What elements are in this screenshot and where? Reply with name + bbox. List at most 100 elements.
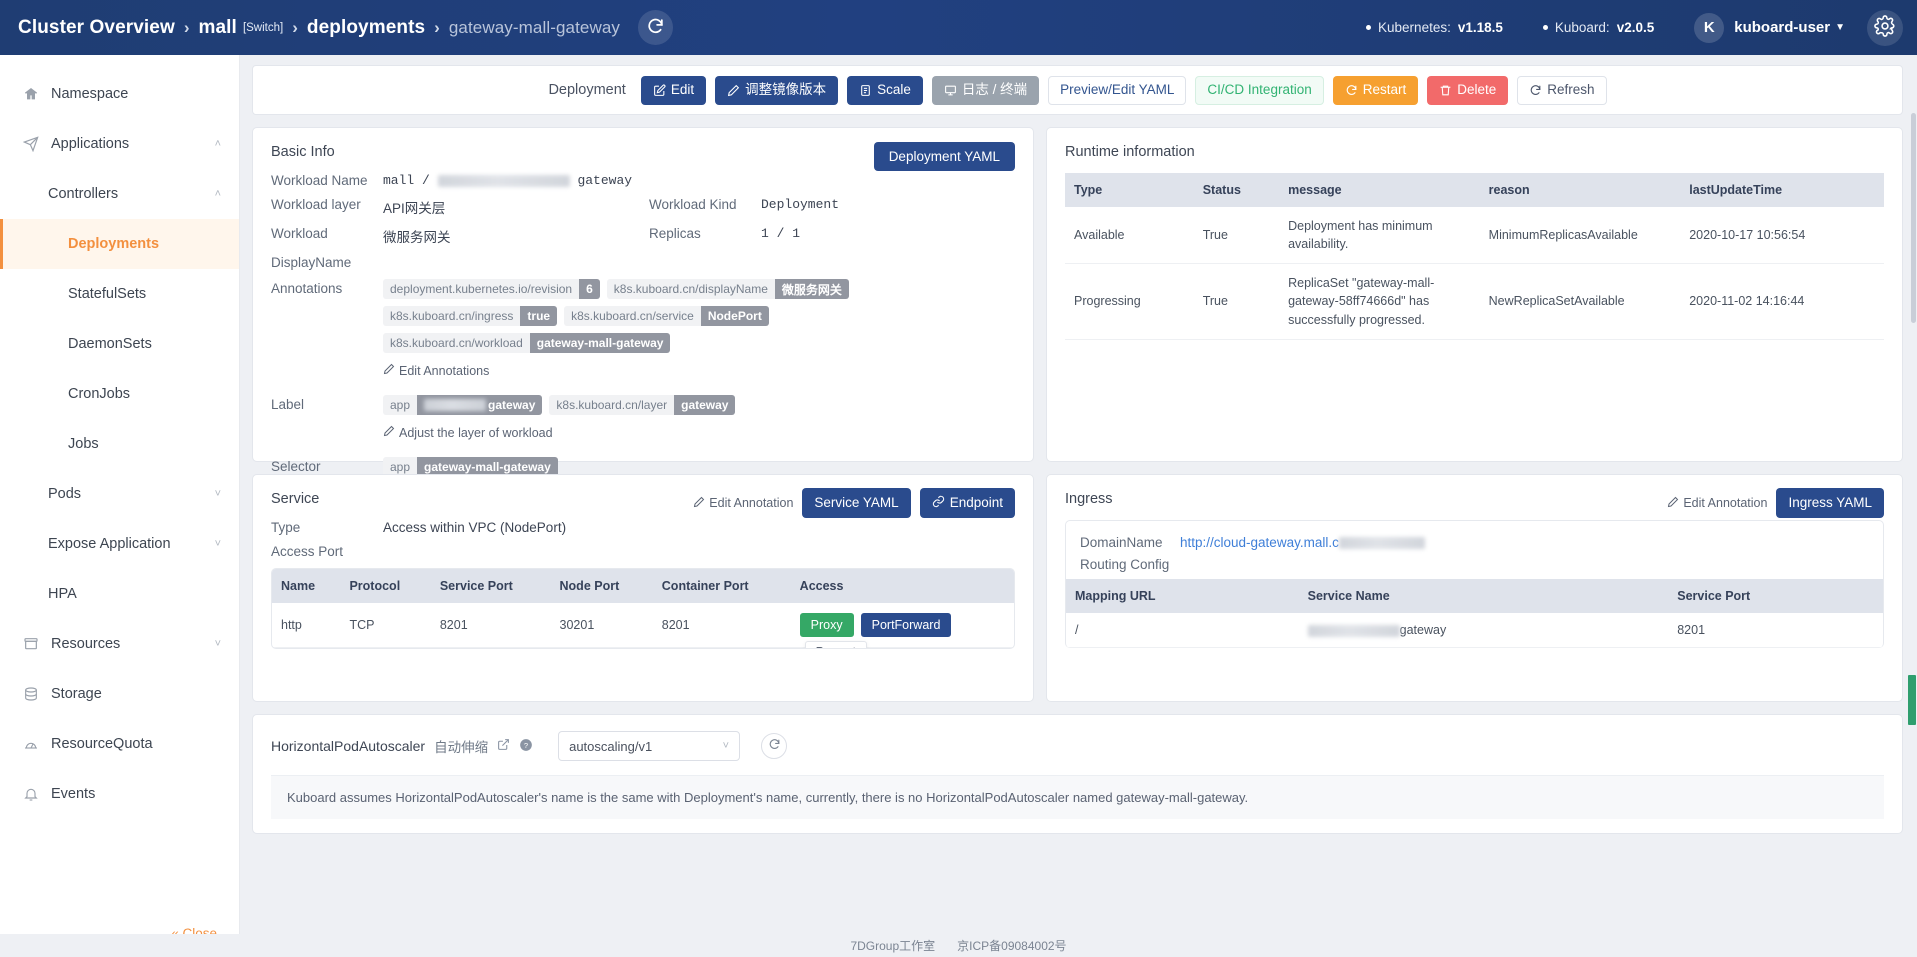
external-link-icon[interactable] xyxy=(497,738,510,754)
runtime-title: Runtime information xyxy=(1065,144,1195,160)
sidebar-item-daemonsets[interactable]: DaemonSets xyxy=(0,319,239,369)
sidebar-item-statefulsets[interactable]: StatefulSets xyxy=(0,269,239,319)
gear-icon xyxy=(1874,15,1896,40)
tag-value: gateway-mall-gateway xyxy=(529,333,671,353)
toolbar-button-ci-cd-integration[interactable]: CI/CD Integration xyxy=(1195,75,1324,105)
hpa-subtitle: 自动伸缩 xyxy=(434,740,489,755)
column-header: reason xyxy=(1479,173,1681,207)
ingress-edit-annotation-link[interactable]: Edit Annotation xyxy=(1667,496,1767,511)
sidebar-item-expose-application[interactable]: Expose Application ˅ xyxy=(0,519,239,569)
toolbar-button-[interactable]: 调整镜像版本 xyxy=(715,75,839,105)
service-edit-annotation-link[interactable]: Edit Annotation xyxy=(693,496,793,511)
toolbar-button-[interactable]: 日志 / 终端 xyxy=(931,75,1040,105)
refresh-icon xyxy=(646,17,665,39)
page-footer: 7DGroup工作室 京ICP备09084002号 xyxy=(0,934,1917,957)
service-yaml-button[interactable]: Service YAML xyxy=(802,488,911,518)
action-toolbar: Deployment Edit 调整镜像版本 Scale 日志 / 终端 Preview… xyxy=(252,65,1903,115)
breadcrumb-separator: › xyxy=(183,17,190,37)
vertical-scrollbar[interactable] xyxy=(1911,113,1916,323)
tag-key: k8s.kuboard.cn/ingress xyxy=(383,306,521,326)
adjust-layer-link[interactable]: Adjust the layer of workload xyxy=(383,425,553,440)
runtime-info-card: Runtime information Type Status message rea… xyxy=(1046,127,1903,462)
hpa-card: HorizontalPodAutoscaler 自动伸缩 ? autoscali… xyxy=(252,714,1903,834)
chevron-up-icon[interactable]: ˄ xyxy=(215,188,221,200)
sidebar-item-label: Applications xyxy=(51,136,130,152)
column-header: Node Port xyxy=(550,569,653,603)
toolbar-button-label: Delete xyxy=(1457,82,1497,98)
user-menu-label[interactable]: kuboard-user xyxy=(1734,19,1830,36)
sidebar-item-resourcequota[interactable]: ResourceQuota xyxy=(0,719,239,769)
help-icon[interactable]: ? xyxy=(519,738,533,755)
column-header: Type xyxy=(1065,173,1194,207)
sidebar-item-label: Deployments xyxy=(68,236,160,252)
toolbar-button-edit[interactable]: Edit xyxy=(640,75,707,105)
chevron-down-icon[interactable]: ˅ xyxy=(215,538,221,550)
sidebar-item-events[interactable]: Events xyxy=(0,769,239,819)
key-value-tag: k8s.kuboard.cn/layer gateway xyxy=(549,395,736,415)
tag-key: k8s.kuboard.cn/workload xyxy=(383,333,530,353)
toolbar-button-scale[interactable]: Scale xyxy=(847,75,923,105)
hpa-note: Kuboard assumes HorizontalPodAutoscaler'… xyxy=(271,775,1884,819)
breadcrumb-item-deployments[interactable]: deployments xyxy=(307,17,425,39)
sidebar-item-hpa[interactable]: HPA xyxy=(0,569,239,619)
toolbar-button-refresh[interactable]: Refresh xyxy=(1517,75,1607,105)
cell-reason: NewReplicaSetAvailable xyxy=(1479,263,1681,340)
right-column: Runtime information Type Status message rea… xyxy=(1046,127,1903,462)
domain-name-value[interactable]: http://cloud-gateway.mall.c xyxy=(1180,535,1425,550)
deployment-yaml-button[interactable]: Deployment YAML xyxy=(873,142,1015,171)
toolbar-button-restart[interactable]: Restart xyxy=(1332,75,1419,105)
hpa-api-version-select[interactable]: autoscaling/v1 ˅ xyxy=(558,731,741,761)
domain-name-link[interactable]: http://cloud-gateway.mall.c xyxy=(1180,535,1339,550)
breadcrumb-separator: › xyxy=(292,17,298,37)
ingress-yaml-button[interactable]: Ingress YAML xyxy=(1776,488,1884,518)
toolbar-button-delete[interactable]: Delete xyxy=(1427,75,1509,105)
hpa-refresh-button[interactable] xyxy=(761,733,788,759)
sidebar-item-pods[interactable]: Pods ˅ xyxy=(0,469,239,519)
chevron-up-icon[interactable]: ˄ xyxy=(215,138,221,150)
sidebar-item-applications[interactable]: Applications ˄ xyxy=(0,119,239,169)
sidebar-item-label: Events xyxy=(51,786,96,802)
cell-status: True xyxy=(1193,207,1280,265)
toolbar-button-preview-edit-yaml[interactable]: Preview/Edit YAML xyxy=(1048,75,1187,105)
workload-kind-value: Deployment xyxy=(761,197,840,212)
breadcrumb-switch-link[interactable]: [Switch] xyxy=(243,22,283,34)
toolbar-buttons: Edit 调整镜像版本 Scale 日志 / 终端 Preview/Edit YAML C… xyxy=(640,75,1607,105)
domain-name-row: DomainName http://cloud-gateway.mall.c xyxy=(1080,535,1869,550)
service-edit-annotation-label: Edit Annotation xyxy=(709,496,794,510)
adjust-layer-label: Adjust the layer of workload xyxy=(399,425,553,440)
sidebar-item-storage[interactable]: Storage xyxy=(0,669,239,719)
access-port-table-body: httpTCP8201302018201ProxyPortForwardProm… xyxy=(272,603,1014,648)
restart-icon xyxy=(1345,84,1358,97)
breadcrumb-item-cluster-overview[interactable]: Cluster Overview xyxy=(18,17,175,39)
breadcrumb-item-namespace[interactable]: mall xyxy=(199,17,237,39)
sidebar-item-cronjobs[interactable]: CronJobs xyxy=(0,369,239,419)
chevron-down-icon[interactable]: ▼ xyxy=(1835,22,1845,33)
annotation-tags: deployment.kubernetes.io/revision 6 k8s.ku… xyxy=(383,279,1015,353)
workload-layer-label: Workload layer xyxy=(271,197,361,212)
bullet-icon xyxy=(1542,25,1548,30)
key-value-tag: k8s.kuboard.cn/workload gateway-mall-gate… xyxy=(383,333,671,353)
chevron-down-icon[interactable]: ˅ xyxy=(215,638,221,650)
proxy-button[interactable]: Proxy xyxy=(799,613,854,637)
portforward-button[interactable]: PortForward xyxy=(860,613,952,637)
chevron-down-icon[interactable]: ˅ xyxy=(215,488,221,500)
sidebar-item-label: Pods xyxy=(48,486,82,502)
sidebar-item-resources[interactable]: Resources ˅ xyxy=(0,619,239,669)
tag-value: gateway xyxy=(674,395,736,415)
sidebar-item-namespace[interactable]: Namespace xyxy=(0,69,239,119)
header-refresh-button[interactable] xyxy=(637,10,673,45)
endpoint-button[interactable]: Endpoint xyxy=(919,488,1015,518)
settings-button[interactable] xyxy=(1867,9,1903,46)
edit-annotations-link[interactable]: Edit Annotations xyxy=(383,363,489,378)
label-tags: app gateway k8s.kuboard.cn/layer gateway xyxy=(383,395,1015,415)
cell-service-port: 8201 xyxy=(430,603,551,648)
vertical-scrollbar-secondary[interactable] xyxy=(1908,675,1916,725)
sidebar-item-controllers[interactable]: Controllers ˄ xyxy=(0,169,239,219)
ingress-body: DomainName http://cloud-gateway.mall.c R… xyxy=(1065,520,1884,648)
workload-value: 微服务网关 xyxy=(383,230,451,245)
sidebar-item-jobs[interactable]: Jobs xyxy=(0,419,239,469)
breadcrumb-item-current: gateway-mall-gateway xyxy=(448,17,620,37)
sidebar-item-deployments[interactable]: Deployments xyxy=(0,219,239,269)
runtime-table-header: Type Status message reason lastUpdateTime xyxy=(1065,173,1884,207)
kubernetes-version: v1.18.5 xyxy=(1457,20,1503,35)
